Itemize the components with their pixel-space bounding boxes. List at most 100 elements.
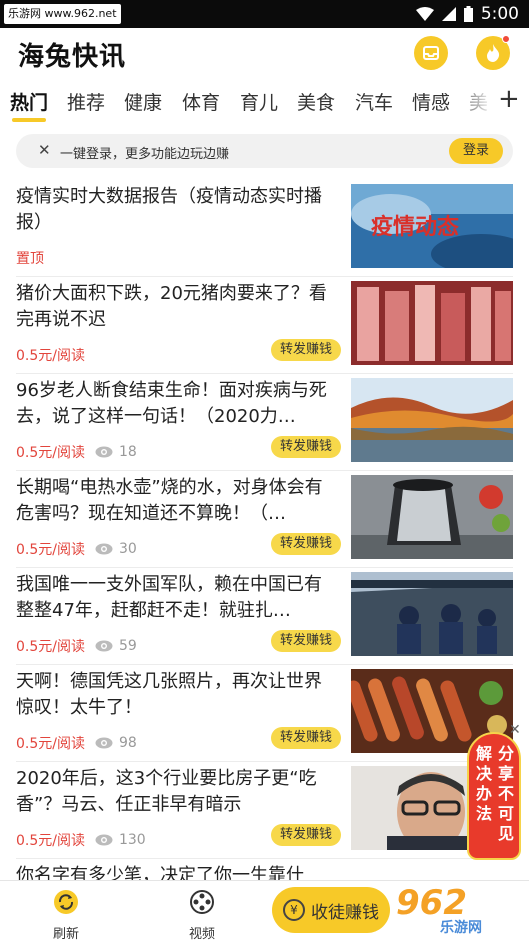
tab-cars[interactable]: 汽车: [355, 88, 393, 115]
article-meta: 0.5元/阅读 130: [16, 830, 146, 850]
article-thumbnail[interactable]: 疫情动态: [351, 184, 513, 268]
promo-char: 决: [475, 764, 492, 783]
promo-char: 可: [497, 804, 514, 823]
article-title[interactable]: 猪价大面积下跌，20元猪肉要来了？看完再说不迟: [16, 281, 338, 333]
share-earn-button[interactable]: 转发赚钱: [271, 436, 341, 458]
video-button[interactable]: 视频: [172, 889, 232, 941]
add-tab-icon[interactable]: +: [498, 84, 520, 114]
login-prompt-text: 一键登录，更多功能边玩边赚: [60, 147, 230, 162]
tab-fade: [450, 82, 494, 122]
clock: 5:00: [480, 4, 519, 24]
share-earn-button[interactable]: 转发赚钱: [271, 727, 341, 749]
inbox-icon: [423, 46, 439, 60]
eye-icon: [95, 543, 113, 555]
reward-rate: 0.5元/阅读: [16, 445, 85, 461]
tab-food[interactable]: 美食: [297, 88, 335, 115]
active-tab-indicator: [12, 118, 46, 122]
article-title[interactable]: 96岁老人断食结束生命！面对疾病与死去，说了这样一句话！（2020力…: [16, 378, 338, 430]
refresh-button[interactable]: 刷新: [36, 889, 96, 941]
logo-text: 乐游网: [440, 920, 482, 936]
article-title[interactable]: 疫情实时大数据报告（疫情动态实时播报）: [16, 184, 338, 236]
view-count-value: 98: [118, 735, 137, 751]
site-logo: 962 乐游网: [396, 883, 526, 939]
signal-icon: [441, 7, 456, 21]
tab-parenting[interactable]: 育儿: [240, 88, 278, 115]
promo-char: 不: [497, 784, 514, 803]
recruit-earn-label: 收徒赚钱: [311, 902, 379, 923]
view-count: 59: [95, 638, 137, 654]
promo-floating-badge[interactable]: ✕ 解 分 决 享 办 不 法 可 见: [467, 722, 521, 860]
article-item[interactable]: 猪价大面积下跌，20元猪肉要来了？看完再说不迟 0.5元/阅读 转发赚钱: [0, 277, 529, 374]
eye-icon: [95, 640, 113, 652]
app-title: 海兔快讯: [18, 42, 127, 72]
article-item[interactable]: 2020年后，这3个行业要比房子更“吃香”？马云、任正非早有暗示 0.5元/阅读…: [0, 762, 529, 859]
coin-icon: ¥: [283, 899, 305, 921]
status-icons: 5:00: [415, 0, 519, 28]
login-button[interactable]: 登录: [449, 138, 503, 164]
tab-sports[interactable]: 体育: [182, 88, 220, 115]
share-earn-button[interactable]: 转发赚钱: [271, 824, 341, 846]
view-count-value: 30: [118, 541, 137, 557]
article-thumbnail[interactable]: [351, 572, 513, 656]
view-count: 30: [95, 541, 137, 557]
article-item[interactable]: 疫情实时大数据报告（疫情动态实时播报） 置顶 疫情动态: [0, 180, 529, 277]
view-count: 130: [95, 832, 146, 848]
promo-char: 办: [475, 784, 492, 803]
reward-rate: 0.5元/阅读: [16, 736, 85, 752]
promo-text: 解 分 决 享 办 不 法 可 见: [473, 744, 517, 844]
eye-icon: [95, 446, 113, 458]
hot-button[interactable]: [476, 35, 510, 70]
share-earn-button[interactable]: 转发赚钱: [271, 630, 341, 652]
article-item[interactable]: 96岁老人断食结束生命！面对疾病与死去，说了这样一句话！（2020力… 0.5元…: [0, 374, 529, 471]
promo-char: 享: [497, 764, 514, 783]
article-thumbnail[interactable]: [351, 378, 513, 462]
article-item[interactable]: 我国唯一一支外国军队，赖在中国已有整整47年，赶都赶不走！就驻扎… 0.5元/阅…: [0, 568, 529, 665]
article-title[interactable]: 长期喝“电热水壶”烧的水，对身体会有危害吗？现在知道还不算晚！（…: [16, 475, 338, 527]
login-prompt-bar: ✕ 一键登录，更多功能边玩边赚 登录: [16, 134, 513, 168]
article-title[interactable]: 天啊！德国凭这几张照片，再次让世界惊叹！太牛了！: [16, 669, 338, 721]
article-item[interactable]: 长期喝“电热水壶”烧的水，对身体会有危害吗？现在知道还不算晚！（… 0.5元/阅…: [0, 471, 529, 568]
article-meta: 0.5元/阅读: [16, 345, 85, 365]
tab-recommend[interactable]: 推荐: [67, 88, 105, 115]
close-icon[interactable]: ✕: [38, 141, 51, 159]
promo-char: 分: [497, 744, 514, 763]
article-thumbnail[interactable]: [351, 475, 513, 559]
promo-char: [473, 824, 495, 844]
reward-rate: 0.5元/阅读: [16, 639, 85, 655]
reward-rate: 0.5元/阅读: [16, 833, 85, 849]
article-meta: 0.5元/阅读 18: [16, 442, 137, 462]
close-icon[interactable]: ✕: [509, 722, 521, 738]
view-count-value: 59: [118, 638, 137, 654]
refresh-icon: [54, 890, 78, 914]
view-count-value: 18: [118, 444, 137, 460]
article-meta: 0.5元/阅读 98: [16, 733, 137, 753]
refresh-label: 刷新: [52, 927, 79, 941]
article-meta: 0.5元/阅读 30: [16, 539, 137, 559]
article-title[interactable]: 我国唯一一支外国军队，赖在中国已有整整47年，赶都赶不走！就驻扎…: [16, 572, 338, 624]
tab-hot[interactable]: 热门: [10, 88, 48, 115]
video-label: 视频: [188, 927, 215, 941]
article-item[interactable]: 天啊！德国凭这几张照片，再次让世界惊叹！太牛了！ 0.5元/阅读 98 转发赚钱: [0, 665, 529, 762]
recruit-earn-button[interactable]: ¥ 收徒赚钱: [272, 887, 390, 933]
inbox-button[interactable]: [414, 36, 448, 70]
pinned-tag: 置顶: [16, 251, 44, 267]
view-count: 98: [95, 735, 137, 751]
view-count-value: 130: [118, 832, 146, 848]
article-meta: 置顶: [16, 248, 44, 268]
tab-emotion[interactable]: 情感: [412, 88, 450, 115]
eye-icon: [95, 737, 113, 749]
article-meta: 0.5元/阅读 59: [16, 636, 137, 656]
article-title[interactable]: 2020年后，这3个行业要比房子更“吃香”？马云、任正非早有暗示: [16, 766, 338, 818]
reward-rate: 0.5元/阅读: [16, 542, 85, 558]
tab-health[interactable]: 健康: [124, 88, 162, 115]
watermark: 乐游网 www.962.net: [4, 4, 121, 24]
promo-char: 法: [475, 804, 492, 823]
fire-icon: [487, 44, 500, 62]
article-thumbnail[interactable]: [351, 281, 513, 365]
status-bar: 乐游网 www.962.net 5:00: [0, 0, 529, 28]
film-reel-icon: [190, 890, 214, 914]
share-earn-button[interactable]: 转发赚钱: [271, 533, 341, 555]
share-earn-button[interactable]: 转发赚钱: [271, 339, 341, 361]
app-header: 海兔快讯: [0, 28, 529, 78]
reward-rate: 0.5元/阅读: [16, 348, 85, 364]
